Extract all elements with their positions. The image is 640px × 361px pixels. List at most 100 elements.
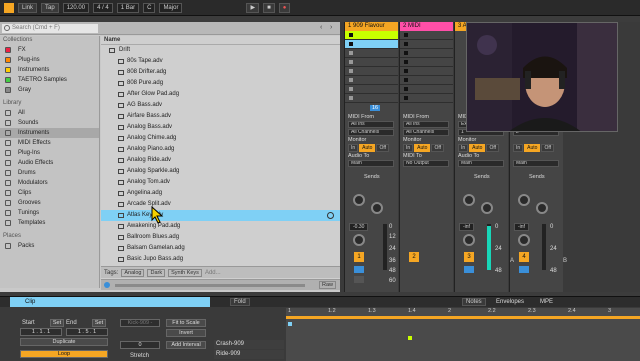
track-title[interactable]: 2 MIDI [400, 22, 453, 31]
solo-button[interactable] [519, 266, 529, 273]
duplicate-button[interactable]: Duplicate [20, 338, 108, 346]
stop-clip-icon[interactable] [404, 87, 408, 91]
clip-slot[interactable] [400, 85, 453, 94]
send-a-knob[interactable] [353, 194, 365, 206]
folder-drift[interactable]: Drift [101, 45, 340, 56]
arm-button[interactable] [354, 276, 364, 283]
list-item[interactable]: Analog Chime.adg [101, 133, 340, 144]
monitor-off[interactable]: Off [376, 144, 390, 152]
stop-clip-icon[interactable] [404, 51, 408, 55]
start-position-field[interactable]: 1 . 1 . 1 [20, 328, 62, 336]
collection-plugins[interactable]: Plug-ins [0, 55, 99, 65]
send-a-knob[interactable] [518, 194, 530, 206]
tag-dark[interactable]: Dark [147, 268, 166, 277]
monitor-off[interactable]: Off [431, 144, 445, 152]
track-activator[interactable]: 2 [409, 252, 419, 262]
monitor-auto[interactable]: Auto [524, 144, 541, 152]
monitor-off[interactable]: Off [541, 144, 555, 152]
library-instruments[interactable]: Instruments [0, 128, 99, 138]
send-b-knob[interactable] [536, 202, 548, 214]
start-set-button[interactable]: Set [50, 319, 64, 327]
interval-field[interactable]: 0 [120, 341, 160, 349]
monitor-in[interactable]: In [458, 144, 469, 152]
send-b-knob[interactable] [371, 202, 383, 214]
monitor-auto[interactable]: Auto [359, 144, 376, 152]
list-item[interactable]: Analog Ride.adv [101, 155, 340, 166]
forward-arrow-icon[interactable]: › [330, 24, 332, 31]
clip-slot[interactable] [400, 31, 453, 40]
end-position-field[interactable]: 1 . 5 . 1 [66, 328, 108, 336]
library-all[interactable]: All [0, 108, 99, 118]
track-activator[interactable]: 1 [354, 252, 364, 262]
fold-button[interactable]: Fold [230, 298, 250, 306]
track-activator[interactable]: 3 [464, 252, 474, 262]
library-grooves[interactable]: Grooves [0, 198, 99, 208]
library-sounds[interactable]: Sounds [0, 118, 99, 128]
stop-clip-icon[interactable] [349, 87, 353, 91]
places-packs[interactable]: Packs [0, 241, 99, 251]
pan-knob[interactable] [463, 234, 475, 246]
stop-clip-icon[interactable] [349, 42, 353, 46]
mpe-tab[interactable]: MPE [540, 299, 553, 305]
stop-clip-icon[interactable] [404, 78, 408, 82]
add-tag-button[interactable]: Add... [205, 270, 221, 276]
clip-slot[interactable] [345, 67, 398, 76]
drum-row-crash[interactable]: Crash-909 [214, 340, 284, 349]
audio-to-dropdown[interactable]: Main [348, 160, 394, 167]
time-signature-field[interactable]: 4 / 4 [93, 2, 113, 13]
stop-clip-icon[interactable] [404, 60, 408, 64]
tag-analog[interactable]: Analog [121, 268, 145, 277]
monitor-in[interactable]: In [348, 144, 359, 152]
back-arrow-icon[interactable]: ‹ [320, 24, 322, 31]
monitor-off[interactable]: Off [486, 144, 500, 152]
monitor-auto[interactable]: Auto [469, 144, 486, 152]
collection-gray[interactable]: Gray [0, 85, 99, 95]
tap-button[interactable]: Tap [41, 2, 59, 13]
play-button[interactable]: ▶ [246, 2, 260, 13]
clip-slot[interactable] [345, 58, 398, 67]
collection-fx[interactable]: FX [0, 45, 99, 55]
clip-slot[interactable] [400, 76, 453, 85]
stop-clip-icon[interactable] [404, 69, 408, 73]
search-input[interactable]: Search (Cmd + F) [2, 24, 98, 33]
send-a-knob[interactable] [463, 194, 475, 206]
loop-button[interactable]: Loop [20, 350, 108, 358]
drum-row-ride[interactable]: Ride-909 [214, 350, 284, 359]
library-drums[interactable]: Drums [0, 168, 99, 178]
stop-clip-icon[interactable] [349, 60, 353, 64]
clip-slot[interactable] [345, 76, 398, 85]
library-templates[interactable]: Templates [0, 218, 99, 228]
record-button[interactable]: ● [278, 2, 291, 13]
monitor-in[interactable]: In [513, 144, 524, 152]
midi-from-dropdown[interactable]: All Ins [403, 121, 449, 128]
list-item[interactable]: Awakening Pad.adg [101, 221, 340, 232]
stop-clip-icon[interactable] [349, 69, 353, 73]
arrangement-toggle[interactable] [4, 2, 14, 13]
invert-button[interactable]: Invert [166, 329, 206, 337]
volume-readout[interactable]: -inf [459, 223, 474, 231]
play-clip-icon[interactable] [349, 33, 353, 37]
library-modulators[interactable]: Modulators [0, 178, 99, 188]
stop-clip-icon[interactable] [404, 96, 408, 100]
track-title[interactable]: 1 909 Flavour [345, 22, 398, 31]
clip-slot[interactable] [400, 67, 453, 76]
tempo-field[interactable]: 120.00 [62, 2, 90, 13]
midi-note[interactable] [408, 336, 412, 340]
list-item[interactable]: Ballroom Blues.adg [101, 232, 340, 243]
clip-slot[interactable] [400, 94, 453, 103]
stop-button[interactable]: ■ [263, 2, 275, 13]
monitor-auto[interactable]: Auto [414, 144, 431, 152]
list-item[interactable]: Analog Tom.adv [101, 177, 340, 188]
send-b-knob[interactable] [481, 202, 493, 214]
preview-icon[interactable] [104, 282, 110, 288]
stop-clip-icon[interactable] [404, 42, 408, 46]
track-activator[interactable]: 4 [519, 252, 529, 262]
clip-name-field[interactable]: Kick-909 - [120, 319, 160, 327]
midi-to-dropdown[interactable]: No Output [403, 160, 449, 167]
stop-clip-icon[interactable] [349, 96, 353, 100]
midi-note[interactable] [288, 322, 292, 326]
scale-dropdown[interactable]: Major [159, 2, 183, 13]
library-midi-effects[interactable]: MIDI Effects [0, 138, 99, 148]
midi-from-dropdown[interactable]: All Ins [348, 121, 394, 128]
library-plugins[interactable]: Plug-Ins [0, 148, 99, 158]
